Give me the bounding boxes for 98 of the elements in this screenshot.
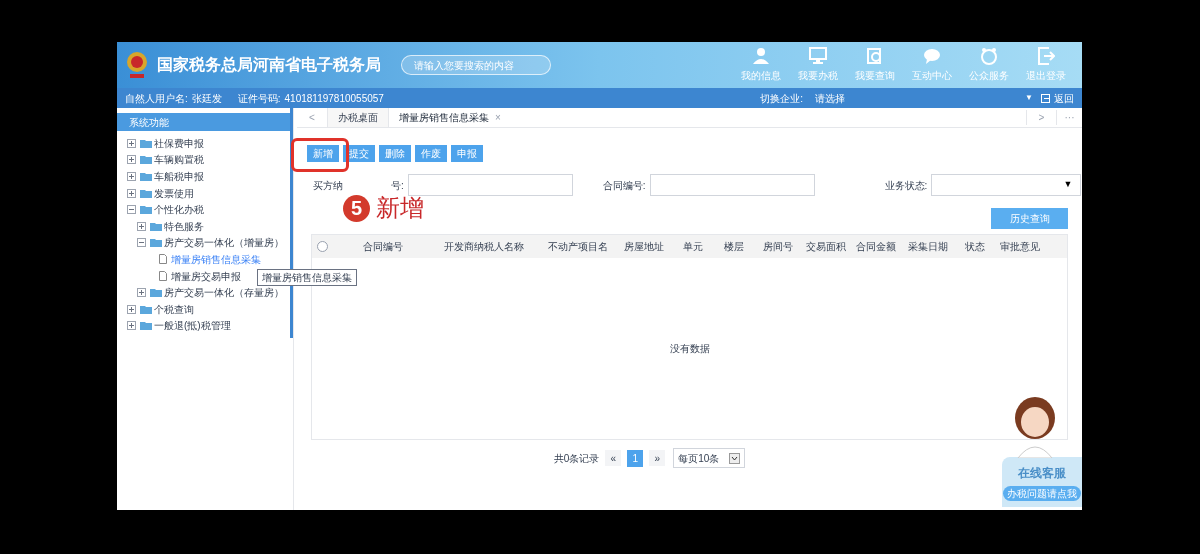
folder-icon xyxy=(140,304,152,314)
field-label: 买方纳 xyxy=(313,178,343,193)
chat-title: 在线客服 xyxy=(1018,464,1066,482)
dropdown-icon[interactable]: ▼ xyxy=(1025,92,1033,104)
column-header: 楼层 xyxy=(723,240,745,254)
column-header: 开发商纳税人名称 xyxy=(443,240,525,254)
sidebar-title: 系统功能 xyxy=(117,113,290,131)
emblem-icon xyxy=(125,50,149,80)
folder-icon xyxy=(140,321,152,331)
column-header: 不动产项目名 xyxy=(546,240,609,254)
highlight-frame xyxy=(291,138,349,172)
folder-icon xyxy=(140,205,152,215)
chevron-icon xyxy=(729,452,741,464)
tree-item[interactable]: 房产交易一体化（存量房） xyxy=(164,285,284,301)
tab[interactable]: 办税桌面 xyxy=(327,108,388,127)
column-header: 房屋地址 xyxy=(623,240,665,254)
input-field[interactable] xyxy=(649,174,815,196)
folder-icon xyxy=(150,221,162,231)
document-icon xyxy=(159,254,167,265)
toolbar-button[interactable]: 作废 xyxy=(415,145,447,162)
expand-icon[interactable] xyxy=(137,221,146,231)
tree-item[interactable]: 一般退(抵)税管理 xyxy=(154,318,231,334)
expand-icon[interactable] xyxy=(127,304,136,314)
status-select[interactable]: ▼ xyxy=(931,174,1082,196)
tree-item[interactable]: 车辆购置税 xyxy=(154,152,204,168)
tab-scroll-left[interactable]: < xyxy=(297,110,327,125)
column-header: 审批意见 xyxy=(999,240,1041,254)
chat-bubble-icon xyxy=(922,47,941,65)
face-icon xyxy=(979,47,998,65)
company-select[interactable]: 请选择 xyxy=(815,90,846,106)
tree-item[interactable]: 车船税申报 xyxy=(154,169,204,184)
back-link[interactable]: 返回 xyxy=(1041,90,1074,106)
user-label: 自然人用户名: xyxy=(125,91,188,106)
prev-page-button[interactable]: « xyxy=(605,450,622,466)
tree-item[interactable]: 房产交易一体化（增量房） xyxy=(164,235,284,251)
folder-icon xyxy=(140,155,152,165)
search-field[interactable]: 请输入您要搜索的内容 xyxy=(401,55,551,75)
tab-scroll-right[interactable]: > xyxy=(1026,110,1056,125)
user-icon xyxy=(751,47,770,65)
expand-icon[interactable] xyxy=(137,288,146,298)
expand-icon[interactable] xyxy=(127,188,136,198)
folder-icon xyxy=(140,172,152,181)
toolbar-button[interactable]: 新增 xyxy=(307,145,339,162)
radio-button[interactable] xyxy=(317,241,328,252)
column-header: 房间号 xyxy=(762,240,794,254)
field-label: 合同编号: xyxy=(602,178,646,193)
tree-item[interactable]: 特色服务 xyxy=(164,218,204,234)
toolbar-button[interactable]: 删除 xyxy=(379,145,411,162)
more-tabs[interactable]: ··· xyxy=(1056,110,1082,125)
id-number: 410181197810055057 xyxy=(284,91,384,106)
close-icon[interactable]: × xyxy=(495,110,501,125)
next-page-button[interactable]: » xyxy=(649,450,666,466)
record-count: 共0条记录 xyxy=(553,451,600,466)
site-title: 国家税务总局河南省电子税务局 xyxy=(157,55,381,75)
tree-item[interactable]: 发票使用 xyxy=(154,185,194,201)
tree-item[interactable]: 增量房销售信息采集 xyxy=(171,251,261,267)
toolbar-button[interactable]: 申报 xyxy=(451,145,483,162)
expand-icon[interactable] xyxy=(127,172,136,181)
monitor-icon xyxy=(808,47,827,65)
document-icon xyxy=(159,271,167,282)
tree-item[interactable]: 个性化办税 xyxy=(154,202,204,218)
column-header: 状态 xyxy=(964,240,986,254)
toolbar-button[interactable]: 提交 xyxy=(343,145,375,162)
document-search-icon xyxy=(865,47,884,65)
chat-subtitle: 办税问题请点我 xyxy=(1003,485,1081,501)
annotation-text: 新增 xyxy=(376,193,424,223)
folder-icon xyxy=(150,288,162,298)
page-button[interactable]: 1 xyxy=(627,449,644,467)
tooltip: 增量房销售信息采集 xyxy=(257,268,357,286)
column-header: 合同编号 xyxy=(362,240,404,254)
column-header: 单元 xyxy=(682,240,704,254)
column-header: 合同金额 xyxy=(855,240,897,254)
exit-icon xyxy=(1041,93,1050,103)
collapse-icon[interactable] xyxy=(137,238,146,248)
folder-icon xyxy=(150,238,162,248)
expand-icon[interactable] xyxy=(127,321,136,331)
step-number-badge: 5 xyxy=(343,194,370,222)
empty-message: 没有数据 xyxy=(669,342,710,356)
column-header: 交易面积 xyxy=(805,240,847,254)
id-label: 证件号码: xyxy=(237,91,281,106)
tree-item[interactable]: 增量房交易申报 xyxy=(171,268,241,284)
history-query-button[interactable]: 历史查询 xyxy=(991,208,1068,229)
expand-icon[interactable] xyxy=(127,155,136,165)
field-label: 业务状态: xyxy=(884,178,928,193)
column-header: 采集日期 xyxy=(907,240,949,254)
folder-icon xyxy=(140,138,152,148)
user-name: 张廷发 xyxy=(191,91,222,106)
field-label: 号: xyxy=(391,178,404,193)
expand-icon[interactable] xyxy=(127,138,136,148)
tree-item[interactable]: 社保费申报 xyxy=(154,135,204,151)
chat-widget[interactable]: 在线客服 办税问题请点我 xyxy=(1002,457,1082,507)
logout-icon xyxy=(1036,47,1055,65)
collapse-icon[interactable] xyxy=(127,205,136,215)
switch-label: 切换企业: xyxy=(760,91,804,106)
page-size-select[interactable]: 每页10条 xyxy=(673,448,746,468)
tree-item[interactable]: 个税查询 xyxy=(154,301,194,317)
folder-icon xyxy=(140,188,152,198)
input-field[interactable] xyxy=(407,174,573,196)
